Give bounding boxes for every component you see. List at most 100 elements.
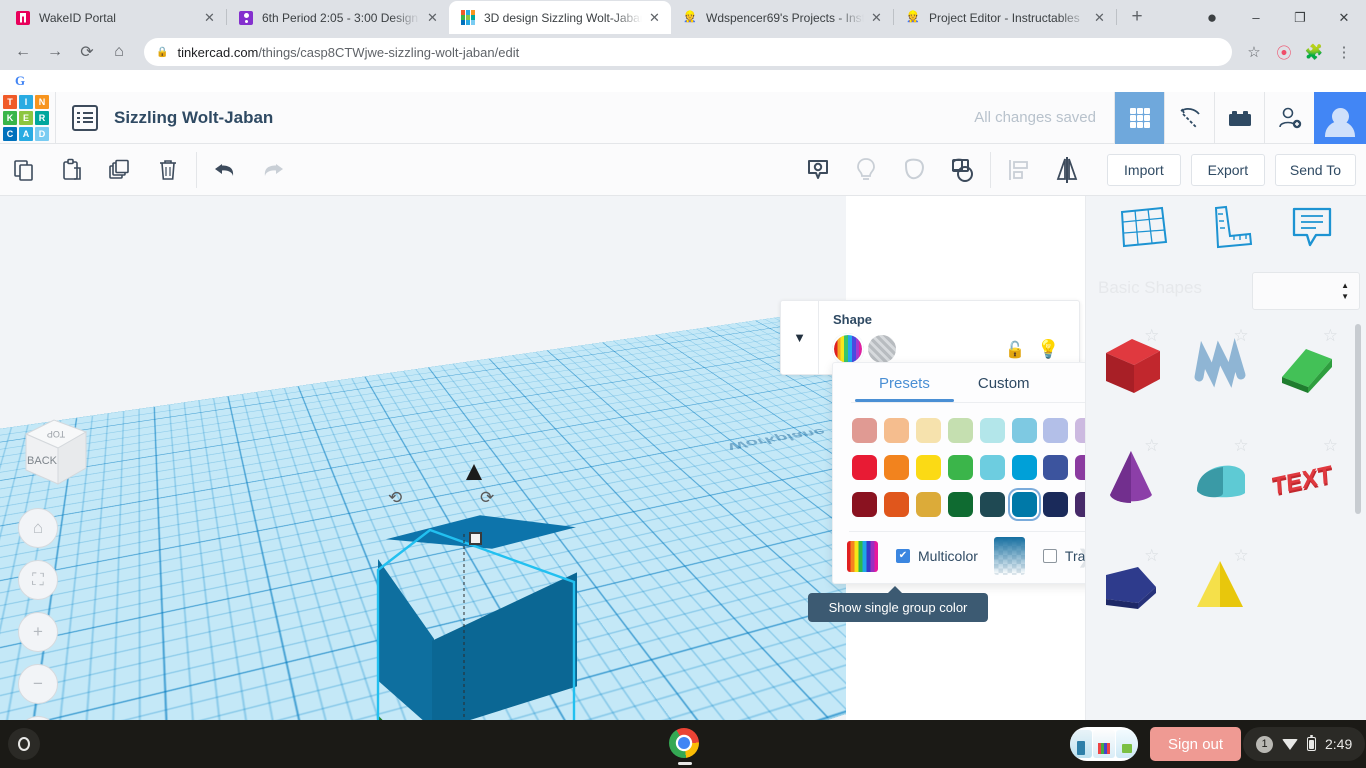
browser-tab[interactable]: 👷 Project Editor - Instructables ✕ xyxy=(894,1,1116,34)
shape-item-wedge[interactable]: ☆ xyxy=(1265,318,1354,414)
launcher-icon[interactable] xyxy=(8,728,40,760)
bookmark-star-icon[interactable]: ☆ xyxy=(1240,38,1268,66)
tinkercad-logo[interactable]: T I N K E R C A D xyxy=(3,94,49,141)
3d-viewport[interactable]: Workplane ⟲ ⟳ TOP BACK ⌂ ⛶ + − xyxy=(0,196,846,720)
home-view-icon[interactable]: ⌂ xyxy=(18,508,58,548)
send-to-button[interactable]: Send To xyxy=(1274,153,1356,186)
shape-item-box[interactable]: ☆ xyxy=(1086,318,1175,414)
brick-icon[interactable] xyxy=(1214,92,1264,144)
hole-swatch[interactable] xyxy=(868,335,896,363)
browser-tab-active[interactable]: 3D design Sizzling Wolt-Jaban ✕ xyxy=(449,1,671,34)
view-cube[interactable]: TOP BACK xyxy=(12,412,96,496)
notes-icon[interactable] xyxy=(1290,204,1334,255)
color-swatch[interactable] xyxy=(913,412,945,449)
pocket-icon[interactable]: ⦿ xyxy=(1270,38,1298,66)
rotate-handle-left[interactable]: ⟲ xyxy=(388,488,402,508)
color-swatch[interactable] xyxy=(945,412,977,449)
close-button[interactable]: ✕ xyxy=(1322,1,1366,34)
back-icon[interactable]: ← xyxy=(8,37,38,67)
redo-icon[interactable] xyxy=(249,144,297,196)
color-swatch[interactable] xyxy=(881,486,913,523)
reload-icon[interactable]: ⟳ xyxy=(72,37,102,67)
zoom-in-icon[interactable]: + xyxy=(18,612,58,652)
duplicate-icon[interactable] xyxy=(96,144,144,196)
address-bar[interactable]: 🔒 tinkercad.com/things/casp8CTWjwe-sizzl… xyxy=(144,38,1232,66)
favorite-star-icon[interactable]: ☆ xyxy=(1144,546,1159,566)
shape-library-select[interactable]: ▲ ▼ xyxy=(1252,272,1360,310)
favorite-star-icon[interactable]: ☆ xyxy=(1144,436,1159,456)
favorite-star-icon[interactable]: ☆ xyxy=(1323,326,1338,346)
color-swatch[interactable] xyxy=(1040,486,1072,523)
export-button[interactable]: Export xyxy=(1190,153,1265,186)
color-swatch[interactable] xyxy=(913,449,945,486)
import-button[interactable]: Import xyxy=(1106,153,1181,186)
close-icon[interactable]: ✕ xyxy=(646,9,663,26)
shape-item-cone[interactable]: ☆ xyxy=(1086,428,1175,524)
tab-presets[interactable]: Presets xyxy=(855,375,954,402)
add-person-icon[interactable] xyxy=(1264,92,1314,144)
undo-icon[interactable] xyxy=(201,144,249,196)
fit-view-icon[interactable]: ⛶ xyxy=(18,560,58,600)
unlocked-icon[interactable]: 🔓 xyxy=(1005,340,1025,360)
color-swatch[interactable] xyxy=(849,486,881,523)
shape-item-scribble[interactable]: ☆ xyxy=(1175,318,1264,414)
color-swatch[interactable] xyxy=(945,486,977,523)
shape-item-text[interactable]: ☆ TEXT TEXT xyxy=(1265,428,1354,524)
chevron-down-icon[interactable]: ▼ xyxy=(781,301,819,374)
favorite-star-icon[interactable]: ☆ xyxy=(1233,546,1248,566)
hole-icon[interactable] xyxy=(890,144,938,196)
shape-item-roof[interactable]: ☆ xyxy=(1175,428,1264,524)
maximize-button[interactable]: ❐ xyxy=(1278,1,1322,34)
close-icon[interactable]: ✕ xyxy=(424,9,441,26)
profile-icon[interactable]: ● xyxy=(1190,1,1234,34)
bulb-icon[interactable]: 💡 xyxy=(1037,339,1059,360)
browser-tab[interactable]: 👷 Wdspencer69's Projects - Instr ✕ xyxy=(671,1,893,34)
color-swatch[interactable] xyxy=(1040,412,1072,449)
transparent-checkbox[interactable] xyxy=(1042,549,1057,563)
color-swatch[interactable] xyxy=(1040,449,1072,486)
note-light-icon[interactable] xyxy=(842,144,890,196)
color-swatch[interactable] xyxy=(849,449,881,486)
color-swatch[interactable] xyxy=(881,412,913,449)
minimize-button[interactable]: – xyxy=(1234,1,1278,34)
ruler-icon[interactable] xyxy=(1206,204,1254,255)
forward-icon[interactable]: → xyxy=(40,37,70,67)
apps-tray-icon[interactable] xyxy=(1070,727,1138,761)
new-tab-button[interactable]: + xyxy=(1123,3,1151,31)
paste-icon[interactable] xyxy=(48,144,96,196)
shape-item-polygon[interactable]: ☆ xyxy=(1086,538,1175,634)
color-swatch[interactable] xyxy=(976,486,1008,523)
grid-icon[interactable] xyxy=(1114,92,1164,144)
mirror-icon[interactable] xyxy=(1043,144,1091,196)
tab-custom[interactable]: Custom xyxy=(954,375,1054,402)
sidebar-scrollbar[interactable] xyxy=(1355,324,1361,514)
close-icon[interactable]: ✕ xyxy=(1091,9,1108,26)
browser-menu-icon[interactable]: ⋮ xyxy=(1330,38,1358,66)
browser-tab[interactable]: WakeID Portal ✕ xyxy=(4,1,226,34)
group-icon[interactable] xyxy=(938,144,986,196)
sign-out-button[interactable]: Sign out xyxy=(1150,727,1242,761)
color-swatch[interactable] xyxy=(1008,412,1040,449)
height-arrow-icon[interactable] xyxy=(466,464,482,480)
workplane-icon[interactable] xyxy=(794,144,842,196)
pickaxe-icon[interactable] xyxy=(1164,92,1214,144)
browser-tab[interactable]: 6th Period 2:05 - 3:00 Design C ✕ xyxy=(227,1,449,34)
color-swatch[interactable] xyxy=(913,486,945,523)
resize-handle-top[interactable] xyxy=(469,532,482,545)
chrome-icon[interactable] xyxy=(669,728,701,760)
color-swatch[interactable] xyxy=(976,412,1008,449)
color-swatch[interactable] xyxy=(945,449,977,486)
zoom-out-icon[interactable]: − xyxy=(18,664,58,704)
favorite-star-icon[interactable]: ☆ xyxy=(1144,326,1159,346)
color-swatch[interactable] xyxy=(976,449,1008,486)
close-icon[interactable]: ✕ xyxy=(868,9,885,26)
solid-color-swatch[interactable] xyxy=(832,333,864,365)
design-name[interactable]: Sizzling Wolt-Jaban xyxy=(114,108,273,128)
favorite-star-icon[interactable]: ☆ xyxy=(1233,326,1248,346)
align-icon[interactable] xyxy=(995,144,1043,196)
favorite-star-icon[interactable]: ☆ xyxy=(1323,436,1338,456)
home-icon[interactable]: ⌂ xyxy=(104,37,134,67)
rotate-handle-top[interactable]: ⟳ xyxy=(480,488,494,508)
puzzle-icon[interactable]: 🧩 xyxy=(1300,38,1328,66)
color-swatch[interactable] xyxy=(849,412,881,449)
